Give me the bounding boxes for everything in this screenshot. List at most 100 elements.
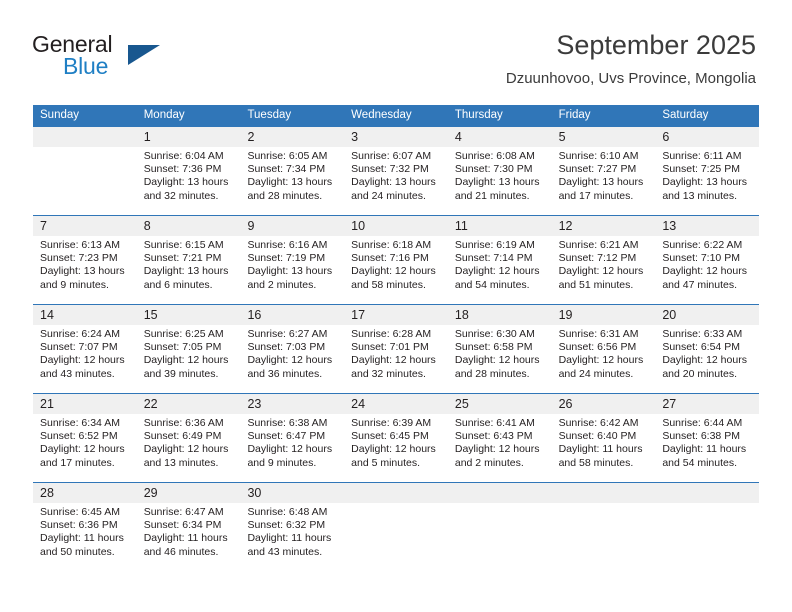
day-number[interactable]: 2 xyxy=(240,127,344,147)
logo-text-blue: Blue xyxy=(63,53,109,79)
title-block: September 2025 Dzuunhovoo, Uvs Province,… xyxy=(506,28,756,88)
calendar-week-row: 28 29 30 Sunrise: 6:45 AM Sunset: 6:36 PM Day… xyxy=(33,482,759,571)
day-cell[interactable]: Sunrise: 6:27 AM Sunset: 7:03 PM Daylight:… xyxy=(240,325,344,393)
day-daylight-text: and 28 minutes. xyxy=(454,367,530,380)
day-number[interactable]: 30 xyxy=(240,483,344,503)
day-cell[interactable]: Sunrise: 6:31 AM Sunset: 6:56 PM Daylight:… xyxy=(552,325,656,393)
day-cell[interactable]: Sunrise: 6:21 AM Sunset: 7:12 PM Daylight:… xyxy=(552,236,656,304)
day-number[interactable]: 9 xyxy=(240,216,344,236)
day-sunrise-text: Sunrise: 6:45 AM xyxy=(40,506,120,518)
day-cell[interactable]: Sunrise: 6:30 AM Sunset: 6:58 PM Daylight:… xyxy=(448,325,552,393)
day-number[interactable]: 22 xyxy=(137,394,241,414)
day-number[interactable]: 19 xyxy=(552,305,656,325)
logo-triangle-icon xyxy=(128,45,160,65)
page-header: General Blue September 2025 Dzuunhovoo, … xyxy=(0,0,792,100)
day-number[interactable]: 10 xyxy=(344,216,448,236)
day-daylight-text: and 13 minutes. xyxy=(662,189,738,202)
day-number[interactable]: 14 xyxy=(33,305,137,325)
day-daylight-text: and 20 minutes. xyxy=(662,367,738,380)
day-cell[interactable]: Sunrise: 6:08 AM Sunset: 7:30 PM Daylight:… xyxy=(448,147,552,215)
day-number[interactable]: 12 xyxy=(552,216,656,236)
day-cell-empty xyxy=(448,503,552,571)
day-sunrise-text: Sunrise: 6:13 AM xyxy=(40,239,120,251)
day-sunset-text: Sunset: 6:36 PM xyxy=(40,519,118,532)
day-daylight-text: and 47 minutes. xyxy=(662,278,738,291)
day-daylight-text: Daylight: 12 hours xyxy=(662,354,747,367)
weekday-header-row: Sunday Monday Tuesday Wednesday Thursday Frid… xyxy=(33,105,759,127)
day-number[interactable]: 7 xyxy=(33,216,137,236)
day-cell[interactable]: Sunrise: 6:38 AM Sunset: 6:47 PM Daylight:… xyxy=(240,414,344,482)
day-cell[interactable]: Sunrise: 6:07 AM Sunset: 7:32 PM Daylight:… xyxy=(344,147,448,215)
day-sunset-text: Sunset: 6:38 PM xyxy=(662,430,740,443)
day-cell[interactable]: Sunrise: 6:44 AM Sunset: 6:38 PM Daylight:… xyxy=(655,414,759,482)
day-cell[interactable]: Sunrise: 6:41 AM Sunset: 6:43 PM Daylight:… xyxy=(448,414,552,482)
day-daylight-text: and 28 minutes. xyxy=(247,189,323,202)
day-cell[interactable]: Sunrise: 6:48 AM Sunset: 6:32 PM Daylight:… xyxy=(240,503,344,571)
day-number[interactable]: 18 xyxy=(448,305,552,325)
day-cell[interactable]: Sunrise: 6:10 AM Sunset: 7:27 PM Daylight:… xyxy=(552,147,656,215)
day-cell[interactable]: Sunrise: 6:11 AM Sunset: 7:25 PM Daylight:… xyxy=(655,147,759,215)
day-number[interactable]: 8 xyxy=(137,216,241,236)
calendar-week-row: 21 22 23 24 25 26 27 Sunrise: 6:34 AM Sunset: 6:… xyxy=(33,393,759,482)
day-sunrise-text: Sunrise: 6:30 AM xyxy=(454,328,535,340)
day-cell[interactable]: Sunrise: 6:33 AM Sunset: 6:54 PM Daylight:… xyxy=(655,325,759,393)
day-sunrise-text: Sunrise: 6:47 AM xyxy=(143,506,224,518)
day-daylight-text: and 58 minutes. xyxy=(351,278,426,291)
day-sunrise-text: Sunrise: 6:44 AM xyxy=(662,417,743,429)
day-number[interactable]: 16 xyxy=(240,305,344,325)
day-number[interactable]: 20 xyxy=(655,305,759,325)
day-number[interactable]: 17 xyxy=(344,305,448,325)
day-number[interactable]: 21 xyxy=(33,394,137,414)
weekday-header-tuesday: Tuesday xyxy=(247,109,292,121)
day-number[interactable]: 5 xyxy=(552,127,656,147)
day-number[interactable]: 15 xyxy=(137,305,241,325)
day-number[interactable]: 28 xyxy=(33,483,137,503)
day-daylight-text: and 17 minutes. xyxy=(558,189,634,202)
day-sunrise-text: Sunrise: 6:08 AM xyxy=(454,150,535,162)
day-cell[interactable]: Sunrise: 6:13 AM Sunset: 7:23 PM Daylight:… xyxy=(33,236,137,304)
day-number[interactable]: 25 xyxy=(448,394,552,414)
day-daylight-text: and 2 minutes. xyxy=(454,456,524,469)
day-number[interactable]: 23 xyxy=(240,394,344,414)
day-cell[interactable]: Sunrise: 6:05 AM Sunset: 7:34 PM Daylight:… xyxy=(240,147,344,215)
day-cell[interactable]: Sunrise: 6:34 AM Sunset: 6:52 PM Daylight:… xyxy=(33,414,137,482)
day-cell[interactable]: Sunrise: 6:25 AM Sunset: 7:05 PM Daylight:… xyxy=(137,325,241,393)
day-cell[interactable]: Sunrise: 6:18 AM Sunset: 7:16 PM Daylight:… xyxy=(344,236,448,304)
day-cell[interactable]: Sunrise: 6:16 AM Sunset: 7:19 PM Daylight:… xyxy=(240,236,344,304)
day-number[interactable]: 3 xyxy=(344,127,448,147)
day-cell[interactable]: Sunrise: 6:28 AM Sunset: 7:01 PM Daylight:… xyxy=(344,325,448,393)
day-daylight-text: Daylight: 12 hours xyxy=(558,265,644,278)
day-sunrise-text: Sunrise: 6:24 AM xyxy=(40,328,120,340)
day-cell[interactable]: Sunrise: 6:15 AM Sunset: 7:21 PM Daylight:… xyxy=(137,236,241,304)
day-cell[interactable]: Sunrise: 6:39 AM Sunset: 6:45 PM Daylight:… xyxy=(344,414,448,482)
day-sunrise-text: Sunrise: 6:34 AM xyxy=(40,417,120,429)
day-number[interactable]: 1 xyxy=(137,127,241,147)
day-number[interactable]: 13 xyxy=(655,216,759,236)
day-number[interactable]: 24 xyxy=(344,394,448,414)
general-blue-logo[interactable]: General Blue xyxy=(32,31,212,87)
day-cell[interactable]: Sunrise: 6:22 AM Sunset: 7:10 PM Daylight:… xyxy=(655,236,759,304)
day-cell[interactable]: Sunrise: 6:36 AM Sunset: 6:49 PM Daylight:… xyxy=(137,414,241,482)
day-sunset-text: Sunset: 6:45 PM xyxy=(351,430,429,443)
day-number[interactable]: 11 xyxy=(448,216,552,236)
day-daylight-text: Daylight: 11 hours xyxy=(662,443,747,456)
day-cell[interactable]: Sunrise: 6:24 AM Sunset: 7:07 PM Daylight:… xyxy=(33,325,137,393)
day-details-band: Sunrise: 6:24 AM Sunset: 7:07 PM Daylight:… xyxy=(33,325,759,393)
day-sunset-text: Sunset: 7:01 PM xyxy=(351,341,429,354)
day-number[interactable]: 6 xyxy=(655,127,759,147)
day-cell[interactable]: Sunrise: 6:04 AM Sunset: 7:36 PM Daylight:… xyxy=(137,147,241,215)
day-sunrise-text: Sunrise: 6:27 AM xyxy=(247,328,328,340)
day-cell[interactable]: Sunrise: 6:45 AM Sunset: 6:36 PM Daylight:… xyxy=(33,503,137,571)
day-sunset-text: Sunset: 7:19 PM xyxy=(247,252,326,265)
day-daylight-text: Daylight: 12 hours xyxy=(143,354,229,367)
day-cell[interactable]: Sunrise: 6:47 AM Sunset: 6:34 PM Daylight:… xyxy=(137,503,241,571)
day-number[interactable]: 27 xyxy=(655,394,759,414)
day-cell[interactable]: Sunrise: 6:19 AM Sunset: 7:14 PM Daylight:… xyxy=(448,236,552,304)
day-number[interactable]: 29 xyxy=(137,483,241,503)
day-number[interactable]: 4 xyxy=(448,127,552,147)
day-sunrise-text: Sunrise: 6:11 AM xyxy=(662,150,742,162)
day-sunset-text: Sunset: 6:32 PM xyxy=(247,519,326,532)
day-cell[interactable]: Sunrise: 6:42 AM Sunset: 6:40 PM Daylight:… xyxy=(552,414,656,482)
day-daylight-text: Daylight: 12 hours xyxy=(143,443,229,456)
day-number[interactable]: 26 xyxy=(552,394,656,414)
